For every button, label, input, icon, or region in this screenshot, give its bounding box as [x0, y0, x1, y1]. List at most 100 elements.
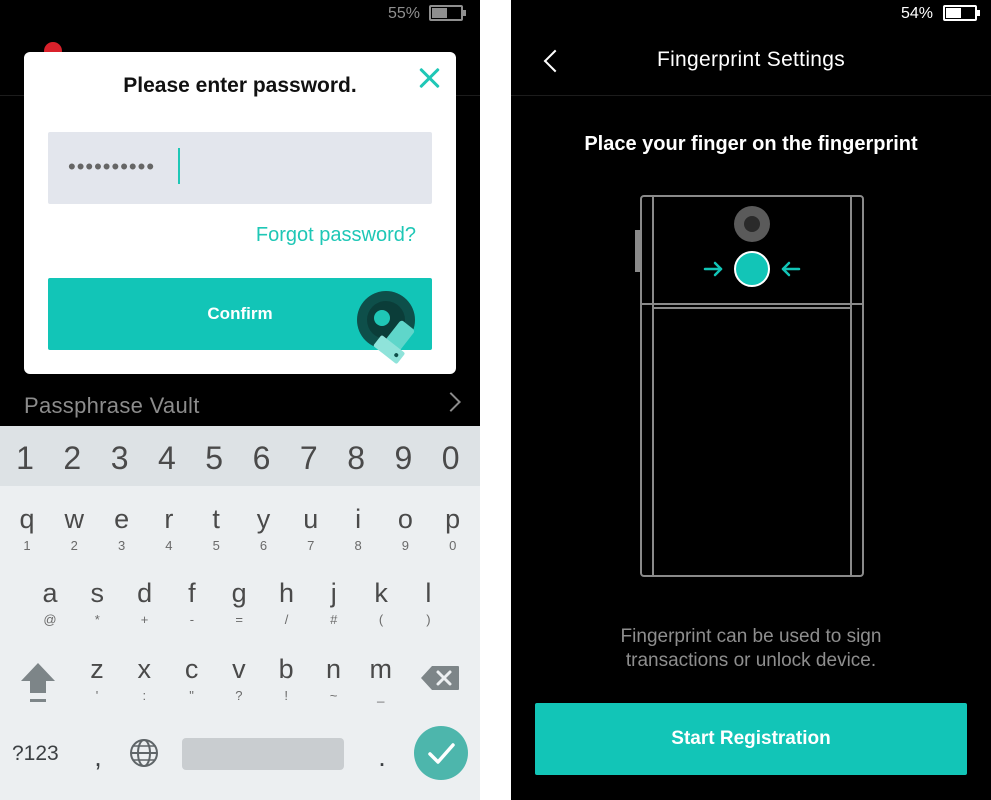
start-registration-button[interactable]: Start Registration — [535, 703, 967, 775]
letter-key[interactable]: b! — [262, 654, 310, 703]
passphrase-vault-label: Passphrase Vault — [24, 393, 200, 418]
number-key[interactable]: 1 — [1, 440, 49, 477]
key-letter: u — [303, 504, 319, 534]
number-key[interactable]: 5 — [190, 440, 238, 477]
number-row: 1234567890 — [0, 426, 480, 486]
key-secondary-symbol: - — [189, 612, 195, 627]
letter-key[interactable]: q1 — [3, 504, 51, 553]
key-letter: n — [325, 654, 342, 684]
letter-key[interactable]: h / — [263, 578, 311, 627]
key-secondary-symbol: ' — [95, 688, 99, 703]
letter-key[interactable]: i8 — [334, 504, 382, 553]
letter-key[interactable]: d + — [121, 578, 169, 627]
letter-key[interactable]: v? — [215, 654, 263, 703]
battery-percent: 54% — [900, 5, 933, 22]
number-key[interactable]: 6 — [238, 440, 286, 477]
key-secondary-symbol: ) — [426, 612, 431, 627]
number-key[interactable]: 2 — [48, 440, 96, 477]
text-caret — [178, 148, 180, 184]
key-secondary-symbol: ? — [235, 688, 243, 703]
chevron-right-icon — [441, 392, 461, 412]
key-letter: a — [42, 578, 58, 608]
shift-icon[interactable] — [19, 661, 57, 705]
letter-key[interactable]: l) — [404, 578, 452, 627]
key-letter: f — [188, 578, 196, 608]
backspace-icon[interactable] — [420, 665, 460, 691]
letter-key[interactable]: s * — [73, 578, 121, 627]
globe-icon[interactable] — [128, 737, 160, 769]
key-secondary-symbol: 0 — [449, 538, 457, 553]
symbols-key[interactable]: ?123 — [12, 742, 59, 766]
key-secondary-symbol: 7 — [307, 538, 315, 553]
number-key[interactable]: 4 — [143, 440, 191, 477]
letter-key[interactable]: w2 — [50, 504, 98, 553]
letter-key[interactable]: n ~ — [310, 654, 358, 703]
key-secondary-symbol: 3 — [117, 538, 126, 553]
password-dialog: Please enter password. •••••••••• Forgot… — [24, 52, 456, 374]
letter-key[interactable]: k( — [357, 578, 405, 627]
key-letter: s — [90, 578, 105, 608]
space-key[interactable] — [182, 738, 344, 770]
password-screen: 55% Passphrase Vault Please enter passwo… — [0, 0, 480, 800]
battery-icon — [943, 5, 980, 21]
number-key[interactable]: 3 — [96, 440, 144, 477]
key-letter: i — [355, 504, 362, 534]
close-icon[interactable] — [416, 65, 442, 91]
number-key[interactable]: 8 — [332, 440, 380, 477]
enter-key[interactable] — [414, 726, 468, 780]
passphrase-vault-row[interactable]: Passphrase Vault — [0, 382, 480, 426]
status-bar: 54% — [511, 0, 991, 28]
description-text: Fingerprint can be used to sign transact… — [620, 626, 882, 671]
key-letter: t — [212, 504, 220, 534]
key-secondary-symbol: * — [94, 612, 100, 627]
key-letter: d — [137, 578, 153, 608]
letter-key[interactable]: p0 — [429, 504, 477, 553]
key-secondary-symbol: : — [142, 688, 147, 703]
key-secondary-symbol: = — [235, 612, 243, 627]
letter-key[interactable]: a @ — [26, 578, 74, 627]
key-secondary-symbol: 6 — [259, 538, 268, 553]
key-letter: g — [231, 578, 247, 608]
battery-fill — [946, 8, 961, 18]
number-key[interactable]: 7 — [285, 440, 333, 477]
status-bar: 55% — [0, 0, 480, 28]
letter-key[interactable]: z ' — [73, 654, 121, 703]
letter-key[interactable]: c " — [168, 654, 216, 703]
letter-key[interactable]: x: — [120, 654, 168, 703]
number-key[interactable]: 9 — [379, 440, 427, 477]
key-secondary-symbol: _ — [377, 688, 385, 703]
letter-key[interactable]: e3 — [98, 504, 146, 553]
key-secondary-symbol: 4 — [165, 538, 173, 553]
letter-key[interactable]: j # — [310, 578, 358, 627]
key-letter: j — [330, 578, 337, 608]
password-input[interactable]: •••••••••• — [48, 132, 432, 204]
key-secondary-symbol: 1 — [23, 538, 31, 553]
number-key[interactable]: 0 — [427, 440, 475, 477]
comma-key[interactable]: , — [88, 742, 108, 773]
battery-icon — [429, 5, 466, 21]
key-letter: x — [137, 654, 152, 684]
key-secondary-symbol: # — [330, 612, 338, 627]
letter-key[interactable]: u7 — [287, 504, 335, 553]
letter-key[interactable]: t5 — [192, 504, 240, 553]
key-letter: p — [445, 504, 461, 534]
instruction-text: Place your finger on the fingerprint — [584, 133, 918, 155]
checkmark-icon — [428, 743, 455, 764]
key-letter: v — [232, 654, 246, 684]
forgot-password-link[interactable]: Forgot password? — [256, 224, 416, 247]
key-letter: o — [397, 504, 413, 534]
key-secondary-symbol: ( — [378, 612, 384, 627]
page-title: Fingerprint Settings — [656, 48, 846, 71]
letter-key[interactable]: o9 — [381, 504, 429, 553]
key-letter: y — [256, 504, 271, 534]
key-secondary-symbol: 8 — [354, 538, 362, 553]
key-secondary-symbol: " — [189, 688, 194, 703]
letter-key[interactable]: f- — [168, 578, 216, 627]
letter-key[interactable]: m _ — [357, 654, 405, 703]
key-letter: c — [184, 654, 199, 684]
letter-key[interactable]: g = — [215, 578, 263, 627]
letter-key[interactable]: y6 — [240, 504, 288, 553]
letter-key[interactable]: r4 — [145, 504, 193, 553]
battery-percent: 55% — [387, 5, 420, 22]
period-key[interactable]: . — [372, 742, 392, 773]
